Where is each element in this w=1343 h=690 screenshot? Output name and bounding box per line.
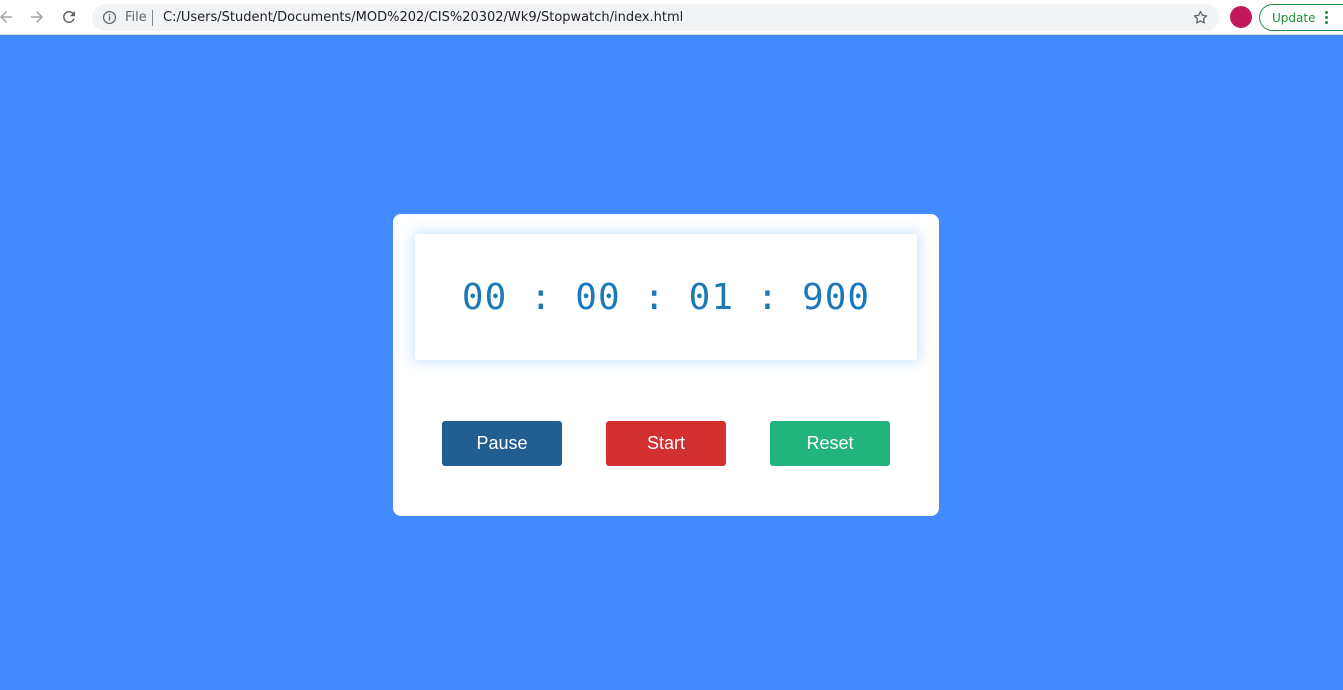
forward-arrow-icon bbox=[31, 11, 43, 23]
reload-button[interactable] bbox=[57, 5, 81, 29]
info-icon[interactable] bbox=[102, 10, 117, 25]
back-arrow-icon bbox=[0, 11, 12, 23]
url-text[interactable]: C:/Users/Student/Documents/MOD%202/CIS%2… bbox=[163, 10, 683, 25]
back-button[interactable] bbox=[0, 5, 18, 29]
time-display: 00 : 00 : 01 : 900 bbox=[415, 234, 917, 360]
omnibox-divider bbox=[152, 10, 153, 26]
elapsed-time: 00 : 00 : 01 : 900 bbox=[461, 276, 871, 318]
start-button[interactable]: Start bbox=[606, 421, 726, 466]
pause-button[interactable]: Pause bbox=[442, 421, 562, 466]
scheme-label: File bbox=[125, 10, 147, 25]
update-label: Update bbox=[1272, 10, 1316, 25]
forward-button[interactable] bbox=[25, 5, 49, 29]
star-icon[interactable] bbox=[1192, 9, 1209, 26]
browser-toolbar: File C:/Users/Student/Documents/MOD%202/… bbox=[0, 0, 1343, 35]
kebab-menu-icon[interactable] bbox=[1325, 11, 1329, 25]
update-button[interactable]: Update bbox=[1259, 4, 1343, 31]
profile-avatar[interactable] bbox=[1230, 6, 1252, 28]
stopwatch-card: 00 : 00 : 01 : 900 Pause Start Reset bbox=[393, 214, 939, 516]
address-bar[interactable]: File C:/Users/Student/Documents/MOD%202/… bbox=[92, 4, 1219, 31]
reload-icon bbox=[63, 11, 75, 23]
reset-button[interactable]: Reset bbox=[770, 421, 890, 466]
